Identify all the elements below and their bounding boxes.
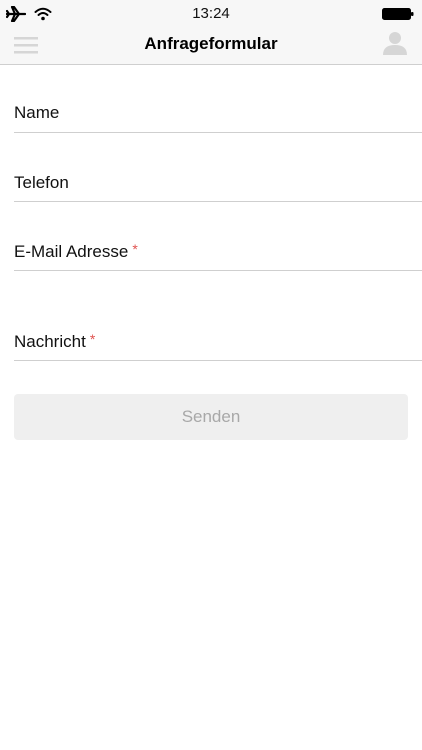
name-label-text: Name: [14, 103, 60, 122]
status-time: 13:24: [192, 5, 230, 22]
telefon-label-text: Telefon: [14, 173, 69, 192]
nachricht-field[interactable]: Nachricht *: [14, 271, 422, 361]
email-field[interactable]: E-Mail Adresse *: [14, 202, 422, 271]
battery-icon: [382, 8, 414, 20]
nachricht-label: Nachricht *: [14, 331, 96, 352]
send-button[interactable]: Senden: [14, 394, 408, 440]
email-label-text: E-Mail Adresse: [14, 242, 129, 261]
status-bar: 13:24: [0, 0, 422, 28]
page-title: Anfrageformular: [144, 34, 278, 53]
required-marker: *: [89, 331, 96, 347]
nachricht-label-text: Nachricht: [14, 332, 86, 351]
user-icon[interactable]: [382, 30, 408, 56]
name-field[interactable]: Name: [14, 64, 422, 133]
nav-bar: Anfrageformular: [0, 28, 422, 65]
required-marker: *: [132, 241, 138, 257]
email-label: E-Mail Adresse *: [14, 241, 138, 262]
name-label: Name: [14, 103, 59, 123]
telefon-field[interactable]: Telefon: [14, 133, 422, 202]
telefon-label: Telefon: [14, 173, 69, 193]
